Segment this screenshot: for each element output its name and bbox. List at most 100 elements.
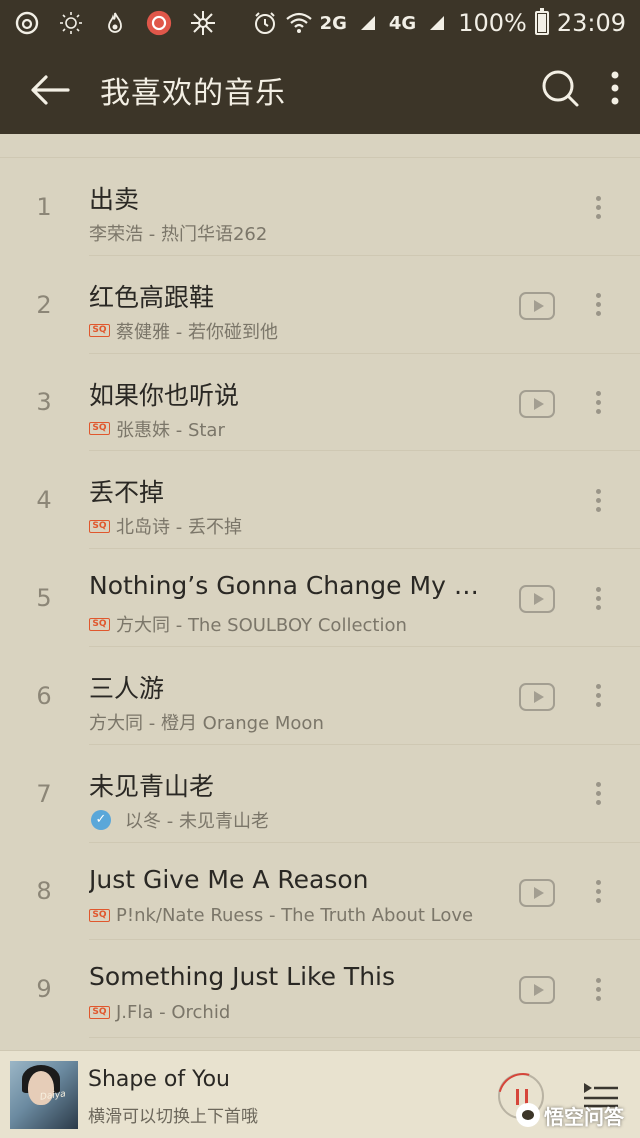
song-more-button[interactable] (583, 877, 613, 907)
song-content: 如果你也听说 SQ 张惠妹 - Star (89, 354, 640, 452)
song-artist-album: J.Fla - Orchid (116, 1002, 231, 1024)
dot (595, 800, 601, 806)
song-row[interactable]: 2 红色高跟鞋 SQ 蔡健雅 - 若你碰到他 (0, 256, 640, 354)
record-icon (146, 10, 172, 36)
play-triangle-icon (533, 593, 544, 606)
dot (595, 702, 601, 708)
fire-icon (102, 10, 128, 36)
song-more-button[interactable] (583, 681, 613, 711)
toolbar: 我喜欢的音乐 (0, 46, 640, 134)
dot (595, 995, 601, 1001)
song-row[interactable]: 3 如果你也听说 SQ 张惠妹 - Star (0, 354, 640, 452)
song-more-button[interactable] (583, 974, 613, 1004)
dot (595, 693, 601, 699)
song-content: Just Give Me A Reason SQ P!nk/Nate Ruess … (89, 843, 640, 941)
now-playing-hint: 横滑可以切换上下首哦 (88, 1107, 258, 1127)
song-artist-album: 蔡健雅 - 若你碰到他 (116, 321, 278, 343)
song-artist-album: 方大同 - 橙月 Orange Moon (89, 712, 324, 734)
dot (595, 604, 601, 610)
song-subtitle: SQ 北岛诗 - 丢不掉 (89, 513, 242, 539)
dot (595, 391, 601, 397)
status-bar: 2G 4G 100% 23:09 (0, 0, 640, 46)
song-row[interactable]: 6 三人游 方大同 - 橙月 Orange Moon (0, 647, 640, 745)
song-more-button[interactable] (583, 779, 613, 809)
song-artist-album: 李荣浩 - 热门华语262 (89, 224, 268, 245)
song-content: 红色高跟鞋 SQ 蔡健雅 - 若你碰到他 (89, 256, 640, 354)
brightness-icon (58, 10, 84, 36)
album-cover[interactable]: Daiya (10, 1061, 78, 1129)
sq-badge: SQ (89, 908, 110, 922)
song-row[interactable]: 7 未见青山老 ✓ 以冬 - 未见青山老 (0, 745, 640, 843)
dot (595, 400, 601, 406)
mv-play-button[interactable] (519, 682, 555, 711)
dot (595, 889, 601, 895)
dot (595, 195, 601, 201)
song-index: 6 (36, 681, 52, 710)
song-row[interactable]: 1 出卖 李荣浩 - 热门华语262 (0, 158, 640, 256)
watermark-text: 悟空问答 (544, 1104, 624, 1129)
song-row[interactable]: 5 Nothing’s Gonna Change My L… SQ 方大同 - T… (0, 549, 640, 647)
sq-badge: SQ (89, 1006, 110, 1020)
song-content: 三人游 方大同 - 橙月 Orange Moon (89, 647, 640, 745)
page-title: 我喜欢的音乐 (100, 76, 286, 111)
song-content: Something Just Like This SQ J.Fla - Orchi… (89, 940, 640, 1039)
song-title: 三人游 (89, 673, 165, 703)
downloaded-check-icon: ✓ (91, 809, 111, 830)
song-row[interactable]: 9 Something Just Like This SQ J.Fla - Orc… (0, 940, 640, 1039)
dot (595, 311, 601, 317)
song-more-button[interactable] (583, 388, 613, 418)
song-title: Something Just Like This (89, 962, 396, 992)
dot (595, 684, 601, 690)
song-more-button[interactable] (583, 583, 613, 613)
mv-play-button[interactable] (519, 585, 555, 614)
mv-play-button[interactable] (519, 389, 555, 418)
mv-play-button[interactable] (519, 976, 555, 1005)
back-button[interactable] (20, 60, 80, 120)
dot (595, 204, 601, 210)
song-title: Nothing’s Gonna Change My L… (89, 571, 489, 601)
song-list[interactable]: 1 出卖 李荣浩 - 热门华语262 2 红色高跟鞋 SQ 蔡健雅 - 若你碰到他… (0, 134, 640, 1050)
song-index: 7 (36, 779, 52, 808)
play-triangle-icon (533, 984, 544, 997)
dot (595, 213, 601, 219)
search-button[interactable] (540, 68, 580, 112)
sq-badge: SQ (89, 519, 110, 533)
list-top-divider (0, 134, 640, 158)
song-title: 未见青山老 (89, 771, 215, 801)
signal-bars-icon (355, 10, 381, 36)
snowflake-icon (190, 10, 216, 36)
song-content: 丢不掉 SQ 北岛诗 - 丢不掉 (89, 451, 640, 550)
wukong-logo-icon (516, 1103, 540, 1127)
status-left-icons (14, 10, 216, 36)
dot (595, 791, 601, 797)
song-more-button[interactable] (583, 290, 613, 320)
play-triangle-icon (533, 690, 544, 703)
song-row[interactable]: 8 Just Give Me A Reason SQ P!nk/Nate Rues… (0, 843, 640, 941)
song-artist-album: 北岛诗 - 丢不掉 (116, 517, 242, 539)
song-title: 出卖 (89, 185, 140, 214)
song-row[interactable]: 4 丢不掉 SQ 北岛诗 - 丢不掉 (0, 451, 640, 550)
song-artist-album: P!nk/Nate Ruess - The Truth About Love (116, 904, 474, 926)
dot (595, 409, 601, 415)
signal-4g-label: 4G (388, 12, 417, 34)
song-artist-album: 以冬 - 未见青山老 (125, 810, 269, 832)
dot (595, 497, 601, 503)
song-title: 丢不掉 (89, 478, 165, 508)
search-icon (542, 70, 579, 107)
song-index: 9 (36, 975, 52, 1004)
song-title: Just Give Me A Reason (89, 864, 369, 894)
song-subtitle: SQ P!nk/Nate Ruess - The Truth About Love (89, 905, 473, 926)
dot (595, 488, 601, 494)
alarm-icon (252, 10, 278, 36)
dot (595, 898, 601, 904)
song-more-button[interactable] (583, 485, 613, 515)
song-index: 1 (36, 192, 52, 221)
mv-play-button[interactable] (519, 878, 555, 907)
sq-badge: SQ (89, 422, 110, 436)
mv-play-button[interactable] (519, 291, 555, 320)
cover-text: Daiya (39, 1089, 67, 1103)
more-options-button[interactable] (610, 70, 620, 110)
signal-2g-label: 2G (319, 12, 347, 34)
play-triangle-icon (533, 299, 544, 312)
song-more-button[interactable] (583, 192, 613, 222)
